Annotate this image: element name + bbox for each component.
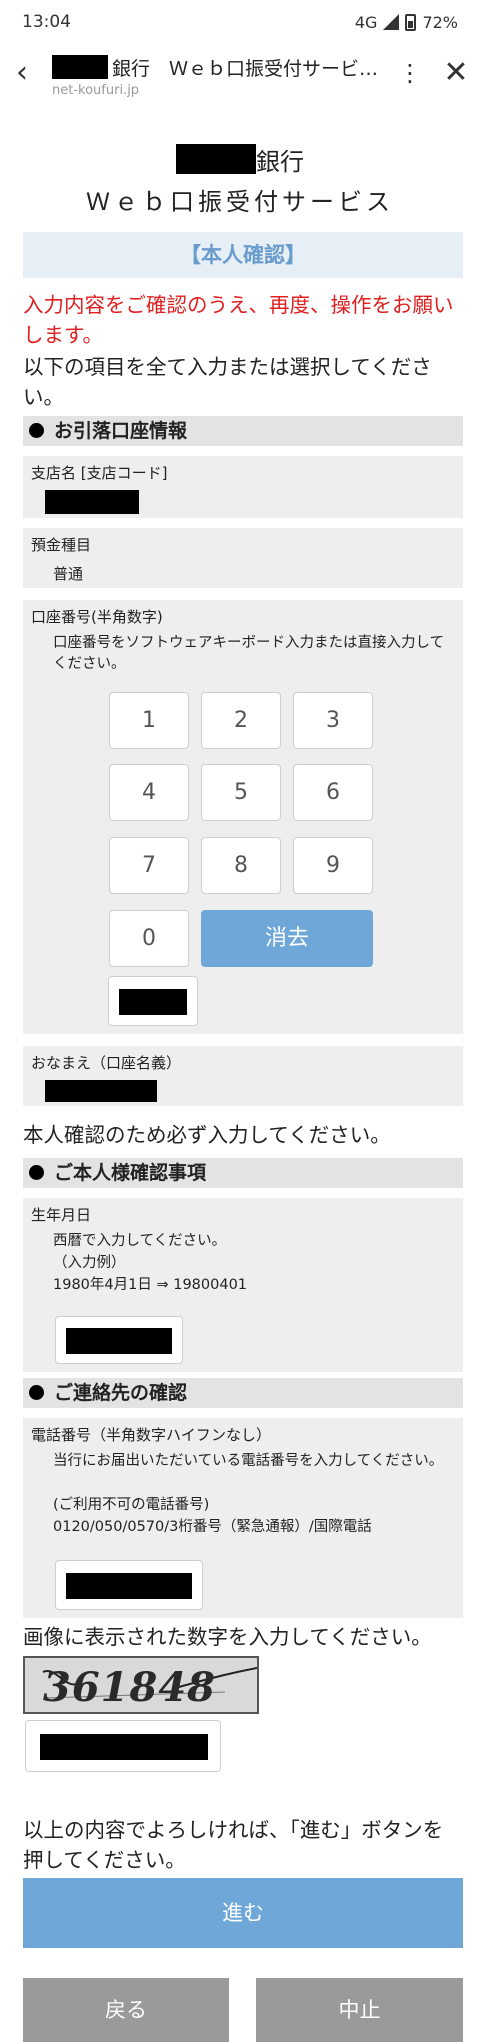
redacted-bank-name xyxy=(52,55,108,79)
redacted-birthdate xyxy=(66,1328,172,1354)
status-indicators: 4G 72% xyxy=(355,13,458,32)
app-bar-url: net-koufuri.jp xyxy=(52,83,140,98)
birthdate-help: 西暦で入力してください。 xyxy=(53,1233,227,1249)
verify-note: 本人確認のため必ず入力してください。 xyxy=(23,1123,391,1147)
phone-unavailable-list: 0120/050/0570/3桁番号（緊急通報）/国際電話 xyxy=(53,1519,372,1535)
keypad-key-8[interactable]: 8 xyxy=(201,837,281,894)
instruction-text: 以下の項目を全て入力または選択してください。 xyxy=(23,355,432,409)
account-name-label: おなまえ（口座名義） xyxy=(31,1054,182,1072)
redacted-account-name xyxy=(45,1080,157,1102)
birthdate-panel: 生年月日 西暦で入力してください。 （入力例） 1980年4月1日 ⇒ 1980… xyxy=(23,1198,463,1372)
redacted-branch-value xyxy=(45,490,139,514)
keypad-key-1[interactable]: 1 xyxy=(109,692,189,749)
deposit-type-panel: 預金種目 普通 xyxy=(23,528,463,588)
section-heading-contact: ご連絡先の確認 xyxy=(23,1378,463,1408)
redacted-account-number xyxy=(119,989,187,1015)
birthdate-input[interactable] xyxy=(55,1316,183,1364)
app-bar: ‹ 銀行 Ｗｅｂ口振受付サービ… net-koufuri.jp ⋮ ✕ xyxy=(0,44,480,108)
deposit-type-label: 預金種目 xyxy=(31,536,92,554)
phone-input[interactable] xyxy=(55,1560,203,1610)
back-arrow-icon[interactable]: ‹ xyxy=(16,58,46,88)
signal-icon xyxy=(383,14,400,30)
phone-help: 当行にお届出いただいている電話番号を入力してください。 xyxy=(53,1453,444,1469)
status-bar: 13:04 4G 72% xyxy=(0,0,480,44)
birthdate-example-label: （入力例） xyxy=(53,1255,126,1271)
cancel-button[interactable]: 中止 xyxy=(256,1978,463,2042)
captcha-prompt: 画像に表示された数字を入力してください。 xyxy=(23,1625,432,1649)
birthdate-example: 1980年4月1日 ⇒ 19800401 xyxy=(53,1277,248,1293)
captcha-image: 361848 xyxy=(23,1656,259,1714)
section-heading-account: お引落口座情報 xyxy=(23,416,463,446)
birthdate-label: 生年月日 xyxy=(31,1206,92,1224)
service-title: Ｗｅｂ口振受付サービス xyxy=(86,188,394,216)
phone-label: 電話番号（半角数字ハイフンなし） xyxy=(31,1426,272,1444)
bullet-icon xyxy=(29,1165,44,1180)
keypad-clear-button[interactable]: 消去 xyxy=(201,910,373,967)
page-banner: 【本人確認】 xyxy=(23,232,463,278)
account-number-input[interactable] xyxy=(108,976,198,1026)
keypad-key-9[interactable]: 9 xyxy=(293,837,373,894)
status-time: 13:04 xyxy=(22,12,71,32)
branch-label: 支店名 [支店コード] xyxy=(31,464,168,482)
account-name-panel: おなまえ（口座名義） xyxy=(23,1046,463,1106)
next-button[interactable]: 進む xyxy=(23,1878,463,1948)
app-bar-title: 銀行 Ｗｅｂ口振受付サービ… xyxy=(112,57,379,80)
battery-icon xyxy=(405,13,417,31)
keypad-key-5[interactable]: 5 xyxy=(201,764,281,821)
bullet-icon xyxy=(29,423,44,438)
app-bar-title-block: 銀行 Ｗｅｂ口振受付サービ… net-koufuri.jp xyxy=(52,54,382,98)
deposit-type-value: 普通 xyxy=(53,565,84,583)
section-heading-label: お引落口座情報 xyxy=(54,420,188,442)
bullet-icon xyxy=(29,1385,44,1400)
network-label: 4G xyxy=(354,12,378,32)
captcha-input[interactable] xyxy=(25,1720,221,1772)
phone-unavailable-label: (ご利用不可の電話番号) xyxy=(53,1497,210,1513)
keypad-key-2[interactable]: 2 xyxy=(201,692,281,749)
keypad-key-4[interactable]: 4 xyxy=(109,764,189,821)
section-heading-label: ご本人様確認事項 xyxy=(54,1162,207,1184)
account-number-help: 口座番号をソフトウェアキーボード入力または直接入力してください。 xyxy=(53,635,445,672)
battery-level: 72% xyxy=(422,12,458,32)
back-button[interactable]: 戻る xyxy=(23,1978,229,2042)
bank-name-line: 銀行 xyxy=(0,142,480,176)
section-heading-label: ご連絡先の確認 xyxy=(54,1382,188,1404)
branch-panel: 支店名 [支店コード] xyxy=(23,456,463,518)
more-vert-icon[interactable]: ⋮ xyxy=(398,56,422,90)
error-message: 入力内容をご確認のうえ、再度、操作をお願いします。 xyxy=(23,293,454,347)
bank-suffix: 銀行 xyxy=(256,147,304,176)
close-icon[interactable]: ✕ xyxy=(440,56,472,90)
account-number-label: 口座番号(半角数字) xyxy=(31,608,163,626)
redacted-phone xyxy=(66,1573,192,1599)
keypad-key-7[interactable]: 7 xyxy=(109,837,189,894)
phone-panel: 電話番号（半角数字ハイフンなし） 当行にお届出いただいている電話番号を入力してく… xyxy=(23,1418,463,1618)
confirm-text: 以上の内容でよろしければ、「進む」ボタンを押してください。 xyxy=(23,1818,444,1872)
account-number-panel: 口座番号(半角数字) 口座番号をソフトウェアキーボード入力または直接入力してくだ… xyxy=(23,600,463,1034)
redacted-bank-name-header xyxy=(176,144,256,174)
captcha-digits: 361848 xyxy=(43,1664,216,1711)
keypad-key-3[interactable]: 3 xyxy=(293,692,373,749)
section-heading-identity: ご本人様確認事項 xyxy=(23,1158,463,1188)
redacted-captcha-value xyxy=(40,1734,208,1760)
keypad-key-0[interactable]: 0 xyxy=(109,910,189,967)
keypad-key-6[interactable]: 6 xyxy=(293,764,373,821)
